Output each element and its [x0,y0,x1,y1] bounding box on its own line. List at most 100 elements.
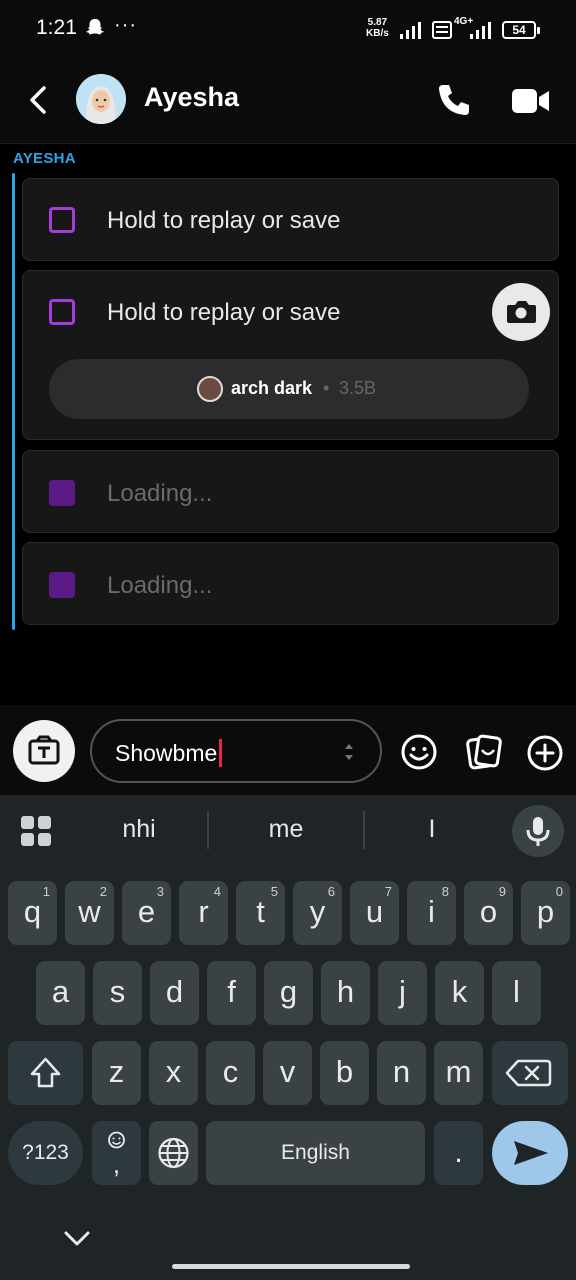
key-label: p [536,894,555,929]
message-input-text: Showbme [115,739,223,767]
keyboard-apps-icon[interactable] [20,815,54,849]
enter-key[interactable] [492,1121,568,1185]
key-a[interactable]: a [36,961,85,1025]
keyboard-collapse-icon[interactable] [60,1225,94,1251]
key-u[interactable]: u7 [350,881,399,945]
plus-icon[interactable] [526,734,564,772]
key-o[interactable]: o9 [464,881,513,945]
snap-status-text: Hold to replay or save [107,207,341,234]
network-speed: 5.87 KB/s [366,17,389,39]
suggestion-1[interactable]: nhi [79,815,199,844]
opened-snap-icon [49,299,75,325]
camera-reply-button[interactable] [492,283,550,341]
backspace-icon [505,1059,552,1087]
signal-icon-2 [470,22,491,39]
key-hint: 9 [498,884,506,899]
suggestion-strip: nhi me I [0,795,576,867]
key-label: v [279,1054,296,1089]
chat-area[interactable]: AYESHA Hold to replay or save Hold to re… [0,145,576,705]
key-i[interactable]: i8 [407,881,456,945]
symbols-key[interactable]: ?123 [8,1121,83,1185]
key-e[interactable]: e3 [122,881,171,945]
key-label: c [222,1054,239,1089]
key-s[interactable]: s [93,961,142,1025]
shift-icon [30,1057,61,1088]
signal-icon [400,22,421,39]
key-f[interactable]: f [207,961,256,1025]
suggestion-divider [363,811,365,849]
key-label: o [479,894,498,929]
key-k[interactable]: k [435,961,484,1025]
key-g[interactable]: g [264,961,313,1025]
key-r[interactable]: r4 [179,881,228,945]
key-label: s [109,974,126,1009]
expand-icon[interactable] [342,740,356,764]
key-d[interactable]: d [150,961,199,1025]
key-z[interactable]: z [92,1041,141,1105]
symbols-key-label: ?123 [22,1141,69,1164]
key-hint: 1 [42,884,50,899]
language-key[interactable] [149,1121,198,1185]
voice-input-button[interactable] [512,805,564,857]
period-label: . [454,1134,463,1169]
key-label: y [309,894,326,929]
snap-message[interactable]: Loading... [22,450,559,533]
message-composer: Showbme [0,705,576,795]
bitmoji-avatar-icon [76,74,126,124]
message-input[interactable]: Showbme [90,719,382,783]
story-reply-pill[interactable]: arch dark • 3.5B [49,359,529,419]
battery-icon: 54 [502,21,540,39]
key-q[interactable]: q1 [8,881,57,945]
emoji-icon[interactable] [400,733,438,771]
avatar[interactable] [76,74,126,124]
key-label: t [256,894,265,929]
key-h[interactable]: h [321,961,370,1025]
key-label: a [51,974,70,1009]
suggestion-2[interactable]: me [226,815,346,844]
key-hint: 4 [213,884,221,899]
snap-message[interactable]: Hold to replay or save arch dark • 3.5B [22,270,559,440]
key-j[interactable]: j [378,961,427,1025]
key-l[interactable]: l [492,961,541,1025]
home-indicator[interactable] [172,1264,410,1269]
contact-name[interactable]: Ayesha [144,82,239,113]
key-w[interactable]: w2 [65,881,114,945]
key-m[interactable]: m [434,1041,483,1105]
microphone-icon [526,817,550,846]
period-key[interactable]: . [434,1121,483,1185]
key-b[interactable]: b [320,1041,369,1105]
key-hint: 6 [327,884,335,899]
globe-icon [158,1137,189,1169]
key-c[interactable]: c [206,1041,255,1105]
snap-message[interactable]: Hold to replay or save [22,178,559,261]
backspace-key[interactable] [492,1041,568,1105]
key-y[interactable]: y6 [293,881,342,945]
key-hint: 3 [156,884,164,899]
key-t[interactable]: t5 [236,881,285,945]
video-camera-icon[interactable] [510,84,552,118]
snap-status-text: Loading... [107,480,213,507]
phone-icon[interactable] [434,80,474,120]
key-p[interactable]: p0 [521,881,570,945]
camera-text-button[interactable] [13,720,75,782]
key-label: j [399,974,406,1009]
back-arrow-icon[interactable] [20,80,56,120]
reply-avatar [197,376,223,402]
space-key[interactable]: English [206,1121,425,1185]
text-caret [219,739,223,767]
key-v[interactable]: v [263,1041,312,1105]
emoji-comma-key[interactable]: , [92,1121,141,1185]
snap-message[interactable]: Loading... [22,542,559,625]
suggestion-3[interactable]: I [372,815,492,844]
key-label: l [513,974,520,1009]
status-time: 1:21 [36,16,77,39]
chat-header: Ayesha [0,56,576,144]
key-label: f [227,974,236,1009]
keyboard: nhi me I q1w2e3r4t5y6u7i8o9p0asdfghjklzx… [0,795,576,1280]
key-n[interactable]: n [377,1041,426,1105]
memories-icon[interactable] [465,733,503,771]
key-x[interactable]: x [149,1041,198,1105]
snap-status-text: Loading... [107,572,213,599]
key-label: i [428,894,435,929]
shift-key[interactable] [8,1041,83,1105]
